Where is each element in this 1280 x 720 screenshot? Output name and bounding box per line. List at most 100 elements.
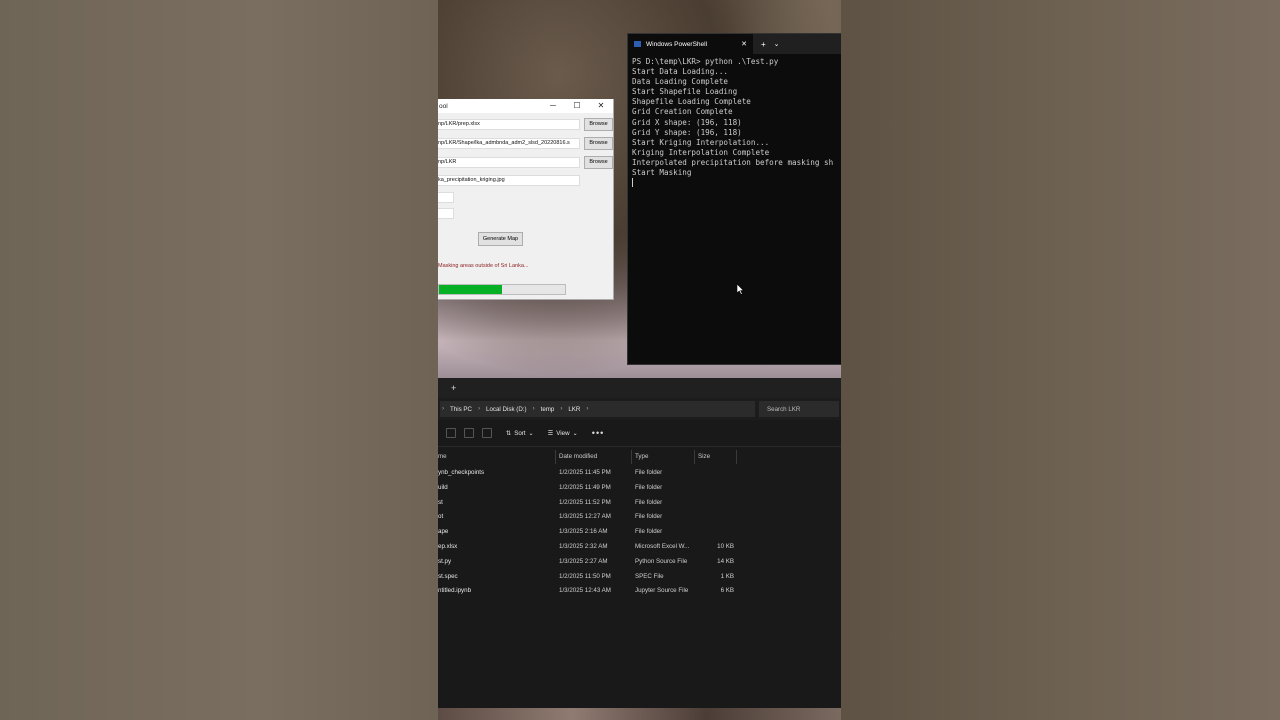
breadcrumb-local-disk[interactable]: Local Disk (D:) <box>486 406 527 413</box>
terminal-line: Start Data Loading... <box>632 67 729 77</box>
file-row[interactable]: st 1/2/2025 11:52 PM File folder <box>438 496 841 511</box>
breadcrumb-lkr[interactable]: LKR <box>568 406 580 413</box>
column-date[interactable]: Date modified <box>559 450 597 464</box>
progress-fill <box>439 285 502 294</box>
file-date: 1/3/2025 2:32 AM <box>559 542 608 550</box>
browse-excel-button[interactable]: Browse <box>584 118 613 131</box>
tab-close-icon[interactable]: ✕ <box>741 40 747 48</box>
file-date: 1/2/2025 11:50 PM <box>559 572 611 580</box>
terminal-tab-bar: Windows PowerShell ✕ + ⌄ <box>628 34 841 54</box>
file-list: ynb_checkpoints 1/2/2025 11:45 PM File fol… <box>438 466 841 599</box>
terminal-tab[interactable]: Windows PowerShell ✕ <box>628 34 753 54</box>
column-divider[interactable] <box>694 450 695 464</box>
file-name: st.py <box>438 557 452 565</box>
file-type: File folder <box>635 483 663 491</box>
minimize-icon[interactable]: ─ <box>541 99 565 113</box>
paste-icon[interactable] <box>464 428 474 438</box>
terminal-line: Kriging Interpolation Complete <box>632 147 770 157</box>
file-row[interactable]: ape 1/3/2025 2:16 AM File folder <box>438 525 841 540</box>
maximize-icon[interactable]: ☐ <box>565 99 589 113</box>
command-bar: ⇅ Sort ⌄ ☰ View ⌄ ••• <box>438 420 841 447</box>
chevron-right-icon: › <box>560 406 563 412</box>
blurred-background-left <box>0 0 438 720</box>
file-date: 1/3/2025 2:16 AM <box>559 528 608 536</box>
new-tab-icon[interactable]: + <box>451 383 456 393</box>
file-date: 1/2/2025 11:45 PM <box>559 469 611 476</box>
file-row[interactable]: ynb_checkpoints 1/2/2025 11:45 PM File fol… <box>438 466 841 481</box>
file-name: st.spec <box>438 572 458 580</box>
new-tab-icon[interactable]: + <box>761 40 766 49</box>
column-divider[interactable] <box>555 450 556 464</box>
parameter-field-2[interactable] <box>438 208 454 219</box>
terminal-line: Start Kriging Interpolation... <box>632 137 770 147</box>
terminal-line: Data Loading Complete <box>632 77 729 87</box>
address-bar: › This PC › Local Disk (D:) › temp › LKR… <box>438 398 841 420</box>
column-type[interactable]: Type <box>635 450 648 464</box>
file-type: Python Source File <box>635 557 688 565</box>
map-tool-window: ool ─ ☐ ✕ np/LKR/prep.xlsx Browse np/LKR… <box>438 99 614 300</box>
terminal-line: Start Masking <box>632 168 692 178</box>
terminal-line: PS D:\temp\LKR> python .\Test.py <box>632 57 779 66</box>
file-type: File folder <box>635 469 663 476</box>
chevron-down-icon[interactable]: ⌄ <box>774 40 780 48</box>
parameter-field-1[interactable] <box>438 192 454 203</box>
browse-output-button[interactable]: Browse <box>584 156 613 169</box>
file-size: 14 KB <box>717 557 734 565</box>
mouse-cursor-icon <box>737 284 745 295</box>
chevron-down-icon: ⌄ <box>528 429 534 437</box>
breadcrumb[interactable]: › This PC › Local Disk (D:) › temp › LKR… <box>440 401 755 417</box>
tool-title-bar[interactable]: ool ─ ☐ ✕ <box>438 99 613 113</box>
file-row[interactable]: ntitled.ipynb 1/3/2025 12:43 AM Jupyter So… <box>438 584 841 599</box>
generate-map-button[interactable]: Generate Map <box>478 232 523 246</box>
sort-button[interactable]: ⇅ Sort ⌄ <box>506 430 534 437</box>
terminal-line: Shapefile Loading Complete <box>632 97 751 107</box>
output-folder-field[interactable]: np/LKR <box>438 156 580 168</box>
terminal-line: Interpolated precipitation before maskin… <box>632 157 834 167</box>
file-date: 1/3/2025 12:43 AM <box>559 587 611 595</box>
terminal-line: Grid X shape: (196, 118) <box>632 117 742 127</box>
powershell-icon <box>634 41 641 47</box>
file-name: st <box>438 498 443 506</box>
output-filename-field[interactable]: ka_precipitation_kriging.jpg <box>438 174 580 186</box>
file-date: 1/3/2025 12:27 AM <box>559 513 611 521</box>
browse-shapefile-button[interactable]: Browse <box>584 137 613 150</box>
copy-icon[interactable] <box>446 428 456 438</box>
progress-bar <box>438 284 566 295</box>
chevron-right-icon: › <box>442 406 444 412</box>
tool-title: ool <box>439 102 448 110</box>
file-type: Microsoft Excel W... <box>635 542 690 550</box>
column-divider[interactable] <box>631 450 632 464</box>
terminal-output[interactable]: PS D:\temp\LKR> python .\Test.py Start Da… <box>628 54 841 193</box>
explorer-tab-bar: + <box>438 378 841 398</box>
sort-icon: ⇅ <box>506 429 512 437</box>
column-name[interactable]: me <box>438 450 447 464</box>
powershell-window: Windows PowerShell ✕ + ⌄ PS D:\temp\LKR>… <box>627 33 841 365</box>
file-row[interactable]: st.spec 1/2/2025 11:50 PM SPEC File 1 KB <box>438 570 841 585</box>
file-name: ntitled.ipynb <box>438 587 472 595</box>
breadcrumb-temp[interactable]: temp <box>541 406 555 413</box>
breadcrumb-this-pc[interactable]: This PC <box>450 406 472 413</box>
excel-path-field[interactable]: np/LKR/prep.xlsx <box>438 118 580 130</box>
search-input[interactable]: Search LKR <box>759 401 839 417</box>
file-type: SPEC File <box>635 572 664 580</box>
terminal-line: Start Shapefile Loading <box>632 87 738 97</box>
file-type: Jupyter Source File <box>635 587 689 595</box>
file-date: 1/2/2025 11:49 PM <box>559 483 611 491</box>
shapefile-path-field[interactable]: np/LKR/Shape/lka_admbnda_adm2_slsd_20220… <box>438 137 580 149</box>
more-options-icon[interactable]: ••• <box>592 428 604 438</box>
text-cursor <box>632 178 633 188</box>
column-divider[interactable] <box>736 450 737 464</box>
file-row[interactable]: ot 1/3/2025 12:27 AM File folder <box>438 510 841 525</box>
file-name: ape <box>438 528 449 536</box>
file-row[interactable]: uild 1/2/2025 11:49 PM File folder <box>438 481 841 496</box>
chevron-right-icon: › <box>532 406 535 412</box>
view-label: View <box>556 429 570 437</box>
column-size[interactable]: Size <box>698 450 710 464</box>
file-name: ot <box>438 513 444 521</box>
file-row[interactable]: ep.xlsx 1/3/2025 2:32 AM Microsoft Excel W… <box>438 540 841 555</box>
wallpaper-strip <box>438 708 841 720</box>
delete-icon[interactable] <box>482 428 492 438</box>
view-button[interactable]: ☰ View ⌄ <box>548 430 578 437</box>
close-icon[interactable]: ✕ <box>589 99 613 113</box>
file-row[interactable]: st.py 1/3/2025 2:27 AM Python Source File 1… <box>438 555 841 570</box>
